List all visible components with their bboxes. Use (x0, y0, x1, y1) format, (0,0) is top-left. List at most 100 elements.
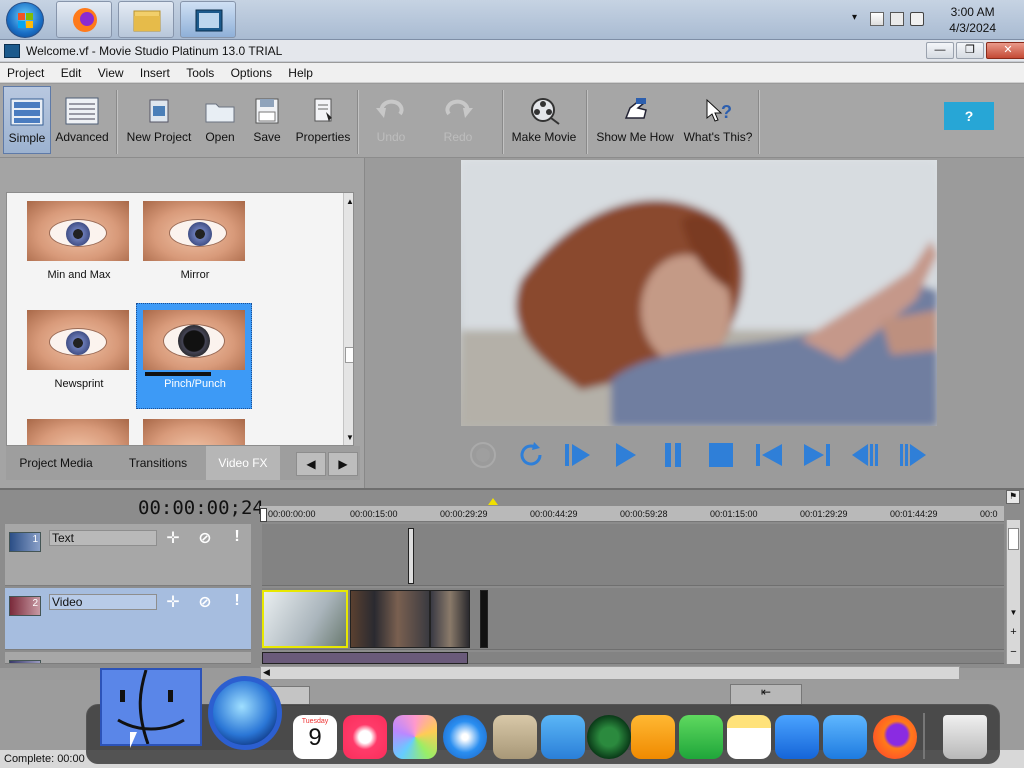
zoom-out-icon[interactable]: − (1007, 646, 1020, 658)
menu-tools[interactable]: Tools (179, 63, 220, 80)
finder-icon[interactable] (100, 668, 202, 746)
go-to-start-icon[interactable] (752, 438, 786, 472)
icloud-icon[interactable] (541, 715, 585, 759)
contacts-icon[interactable] (493, 715, 537, 759)
help-bubble-button[interactable]: ? (944, 102, 994, 130)
close-button[interactable]: ✕ (986, 42, 1024, 59)
taskbar-file-explorer[interactable] (118, 1, 174, 38)
mute-icon[interactable]: ⊘ (195, 592, 215, 612)
menu-help[interactable]: Help (281, 63, 319, 80)
maximize-button[interactable]: ❐ (956, 42, 984, 59)
fx-scrollbar-thumb[interactable] (345, 347, 353, 363)
show-me-how-button[interactable]: Show Me How (594, 86, 676, 154)
tab-next-button[interactable]: ▶ (328, 452, 358, 476)
volume-muted-icon[interactable] (910, 12, 924, 26)
keynote-icon[interactable] (775, 715, 819, 759)
track-header-video[interactable]: 2 Video ✛ ⊘ ! (5, 588, 251, 650)
track-lane-text[interactable] (262, 524, 1004, 586)
simple-button[interactable]: Simple (3, 86, 51, 154)
notes-icon[interactable] (727, 715, 771, 759)
calendar-icon[interactable]: Tuesday 9 (293, 715, 337, 759)
play-icon[interactable] (608, 438, 642, 472)
video-clip[interactable] (350, 590, 430, 648)
safari-icon[interactable] (443, 715, 487, 759)
taskbar-firefox[interactable] (56, 1, 112, 38)
timeline-vertical-scrollbar[interactable]: ▼ + − (1006, 520, 1020, 664)
music-icon[interactable] (343, 715, 387, 759)
menu-project[interactable]: Project (0, 63, 50, 80)
mute-icon[interactable]: ⊘ (195, 528, 215, 548)
timeline-horizontal-scrollbar[interactable]: ◀ (260, 666, 960, 680)
video-clip[interactable] (262, 590, 348, 648)
chevron-up-icon[interactable]: ▾ (852, 12, 866, 26)
track-lane-video[interactable] (262, 588, 1004, 650)
previous-frame-icon[interactable] (848, 438, 882, 472)
trash-icon[interactable] (943, 715, 987, 759)
track-header-text[interactable]: 1 Text ✛ ⊘ ! (5, 524, 251, 586)
scroll-down-icon[interactable]: ▼ (346, 433, 353, 442)
video-clip[interactable] (480, 590, 488, 648)
trim-start-button[interactable]: ⇤ (730, 684, 802, 706)
minimize-button[interactable]: — (926, 42, 954, 59)
fx-item-newsprint[interactable]: Newsprint (21, 304, 137, 410)
fx-scrollbar[interactable]: ▲ ▼ (343, 193, 353, 445)
mail-icon[interactable] (823, 715, 867, 759)
track-name-field[interactable]: Video (49, 594, 157, 610)
photos-icon[interactable] (393, 715, 437, 759)
undo-button[interactable]: Undo (366, 86, 416, 154)
clock[interactable]: 3:00 AM 4/3/2024 (949, 4, 996, 36)
globe-icon[interactable] (208, 676, 282, 750)
scroll-left-icon[interactable]: ◀ (263, 667, 270, 678)
taskbar-movie-studio[interactable] (180, 1, 236, 38)
fx-item-mirror[interactable]: Mirror (137, 195, 253, 301)
menu-insert[interactable]: Insert (133, 63, 176, 80)
video-clip[interactable] (430, 590, 470, 648)
text-event-clip[interactable] (408, 528, 414, 584)
tab-prev-button[interactable]: ◀ (296, 452, 326, 476)
timeline-ruler[interactable]: 00:00:00:00 00:00:15:00 00:00:29:29 00:0… (260, 506, 1004, 522)
menu-options[interactable]: Options (224, 63, 278, 80)
menu-edit[interactable]: Edit (54, 63, 88, 80)
properties-button[interactable]: Properties (294, 86, 352, 154)
track-motion-icon[interactable]: ✛ (163, 592, 183, 612)
flag-icon[interactable] (870, 12, 884, 26)
fx-item-pinch-punch[interactable]: Pinch/Punch (136, 303, 252, 409)
solo-icon[interactable]: ! (227, 592, 247, 612)
make-movie-button[interactable]: Make Movie (508, 86, 580, 154)
fx-item-min-and-max[interactable]: Min and Max (21, 195, 137, 301)
open-button[interactable]: Open (200, 86, 240, 154)
fx-item-partial[interactable] (137, 413, 253, 445)
marker-icon[interactable] (488, 498, 498, 505)
tab-video-fx[interactable]: Video FX (206, 446, 280, 480)
scroll-down-icon[interactable]: ▼ (1007, 608, 1020, 617)
track-name-field[interactable]: Text (49, 530, 157, 546)
menu-view[interactable]: View (91, 63, 130, 80)
fx-item-partial[interactable] (21, 413, 137, 445)
pages-icon[interactable] (631, 715, 675, 759)
firefox-icon[interactable] (873, 715, 917, 759)
scrollbar-thumb[interactable] (1008, 528, 1019, 550)
advanced-button[interactable]: Advanced (52, 86, 112, 154)
play-from-start-icon[interactable] (560, 438, 594, 472)
audio-clip[interactable] (262, 652, 468, 664)
solo-icon[interactable]: ! (227, 528, 247, 548)
pause-icon[interactable] (656, 438, 690, 472)
loop-icon[interactable] (514, 438, 548, 472)
flag-marker-button[interactable]: ⚑ (1006, 490, 1020, 504)
find-my-icon[interactable] (587, 715, 631, 759)
tab-transitions[interactable]: Transitions (110, 446, 206, 480)
scroll-up-icon[interactable]: ▲ (346, 197, 353, 206)
stop-icon[interactable] (704, 438, 738, 472)
new-project-button[interactable]: New Project (124, 86, 194, 154)
start-button[interactable] (6, 2, 44, 38)
numbers-icon[interactable] (679, 715, 723, 759)
next-frame-icon[interactable] (896, 438, 930, 472)
go-to-end-icon[interactable] (800, 438, 834, 472)
tab-project-media[interactable]: Project Media (6, 446, 106, 480)
track-lane-audio[interactable] (262, 652, 1004, 664)
whats-this-button[interactable]: ? What's This? (682, 86, 754, 154)
network-icon[interactable] (890, 12, 904, 26)
save-button[interactable]: Save (248, 86, 286, 154)
redo-button[interactable]: Redo (432, 86, 484, 154)
zoom-in-icon[interactable]: + (1007, 626, 1020, 638)
